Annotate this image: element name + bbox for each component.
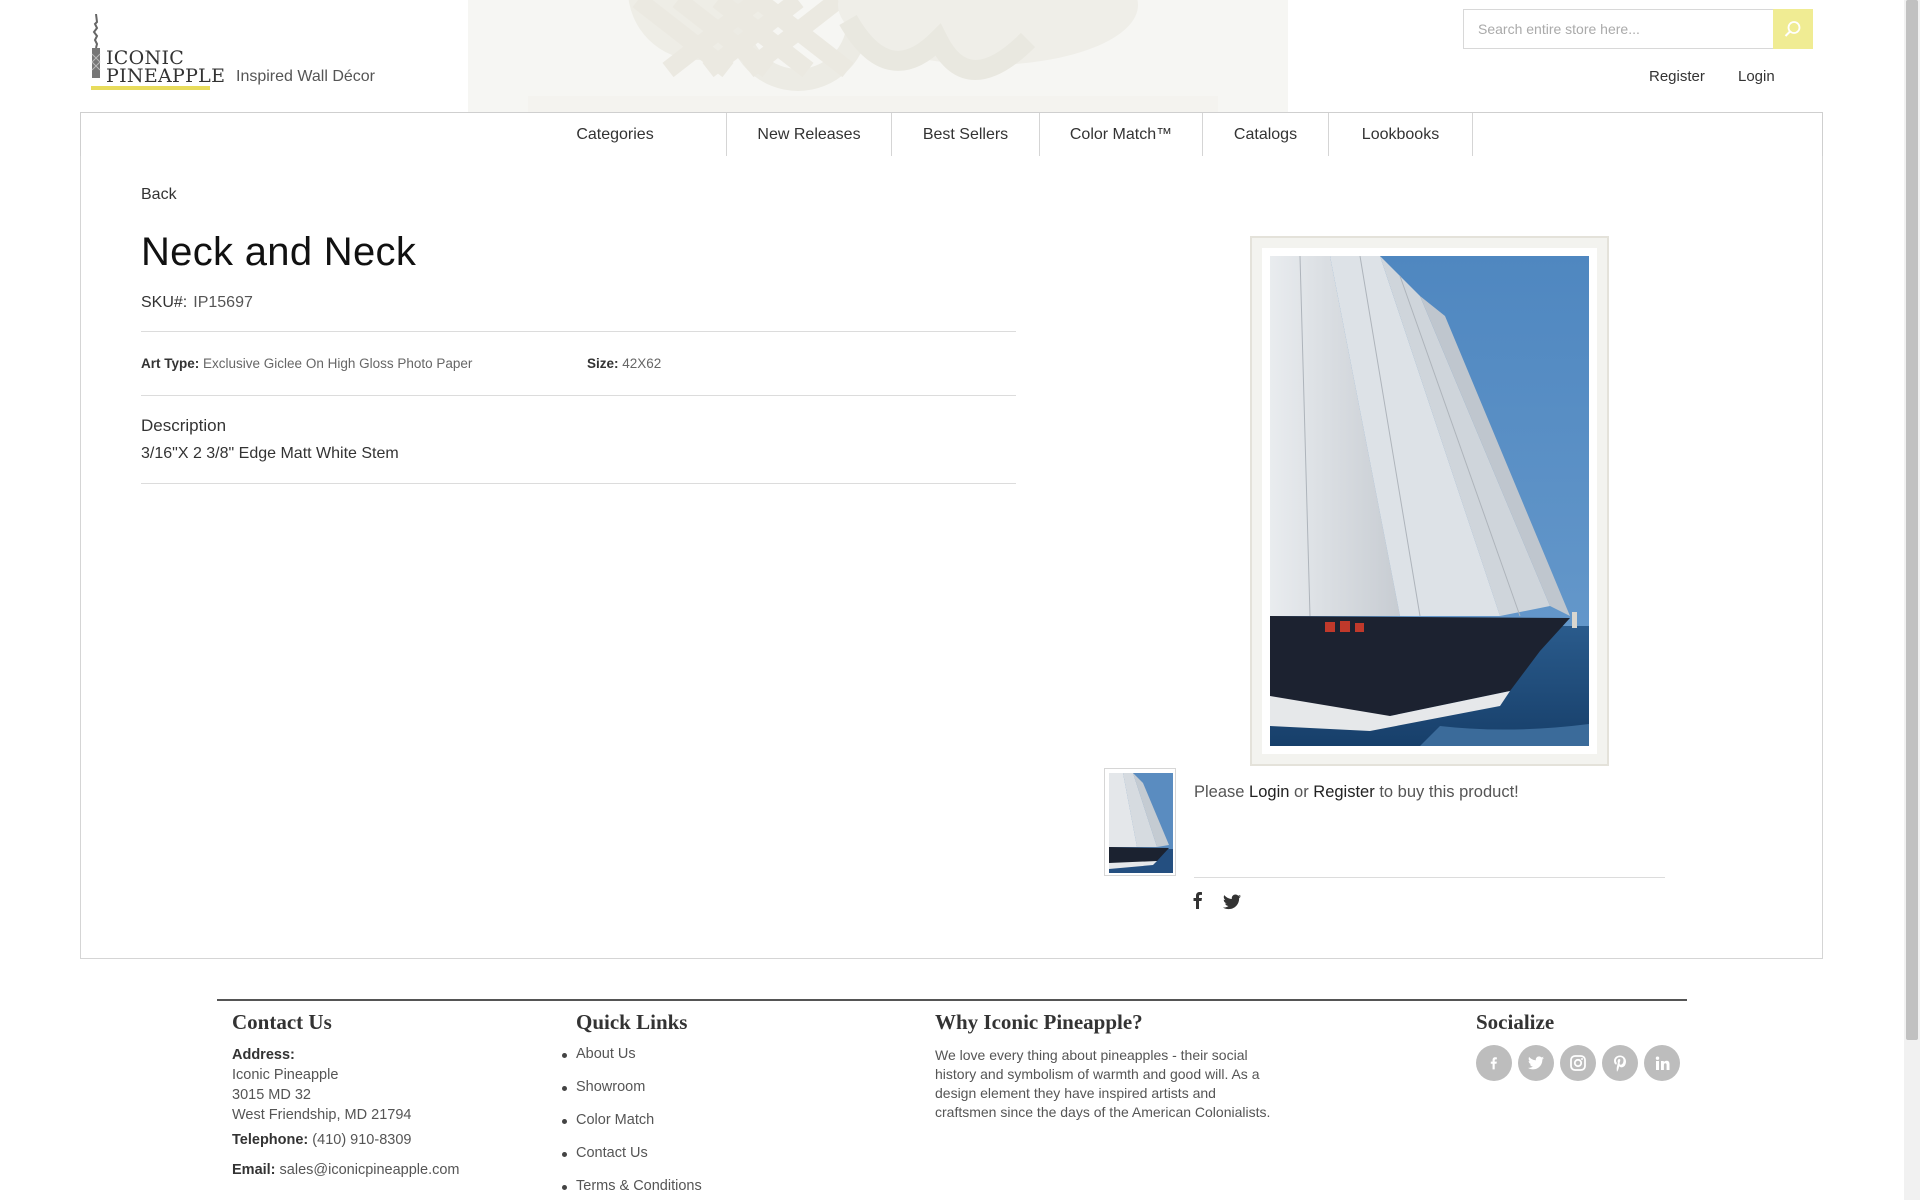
search-icon [1784,21,1801,37]
facebook-icon [1490,1057,1497,1070]
sku-label: SKU#: [141,294,188,311]
footer-divider [217,999,1687,1001]
address-line1: Iconic Pineapple [232,1067,339,1083]
instagram-icon [1570,1055,1586,1071]
linkedin-icon [1655,1056,1669,1070]
address-label-text: Address: [232,1047,295,1063]
social-facebook-button[interactable] [1476,1045,1512,1081]
quick-link-color-match[interactable]: Color Match [561,1112,654,1128]
buy-or: or [1294,783,1309,801]
quick-link-about-us[interactable]: About Us [562,1046,636,1062]
sku-value: IP15697 [193,294,253,311]
search-input[interactable] [1464,10,1772,48]
product-sku: SKU#: IP15697 [141,294,253,312]
scrollbar-thumb[interactable] [1906,0,1918,1040]
social-instagram-button[interactable] [1560,1045,1596,1081]
email-label: Email: [232,1162,276,1178]
pineapple-logo-icon [91,14,101,78]
social-pinterest-button[interactable] [1602,1045,1638,1081]
product-title: Neck and Neck [141,230,417,274]
email: Email: sales@iconicpineapple.com [232,1162,460,1178]
address-line2: 3015 MD 32 [232,1087,311,1103]
nav-item-lookbooks[interactable]: Lookbooks [1329,113,1473,157]
buy-login-link[interactable]: Login [1249,783,1289,801]
buy-suffix: to buy this product! [1379,783,1519,801]
logo-text: ICONIC PINEAPPLE [106,49,226,87]
main-nav: Categories New Releases Best Sellers Col… [80,112,1823,157]
login-link[interactable]: Login [1738,68,1775,85]
site-header: ICONIC PINEAPPLE Inspired Wall Décor Reg… [0,0,1904,112]
site-logo[interactable]: ICONIC PINEAPPLE [88,14,225,92]
art-type: Art Type: Exclusive Giclee On High Gloss… [141,356,472,371]
telephone: Telephone: (410) 910-8309 [232,1132,411,1148]
description-title: Description [141,416,227,435]
tagline: Inspired Wall Décor [236,68,376,85]
page: ICONIC PINEAPPLE Inspired Wall Décor Reg… [0,0,1904,1200]
nav-item-color-match[interactable]: Color Match™ [1040,113,1203,157]
email-value[interactable]: sales@iconicpineapple.com [280,1162,460,1178]
product-image[interactable] [1270,256,1589,746]
product-thumbnail[interactable] [1104,768,1176,876]
footer-quick-links-title: Quick Links [576,1010,688,1034]
size: Size: 42X62 [587,356,661,371]
search-button[interactable] [1773,9,1813,49]
logo-underline [91,86,210,90]
description-text: 3/16"X 2 3/8" Edge Matt White Stem [141,445,399,462]
twitter-icon[interactable] [1223,894,1241,910]
nav-item-categories[interactable]: Categories [504,113,727,157]
twitter-icon [1528,1056,1544,1070]
nav-item-catalogs[interactable]: Catalogs [1203,113,1329,157]
size-label: Size: [587,356,619,371]
pinterest-icon [1614,1055,1626,1072]
divider [141,331,1016,332]
footer-contact-title: Contact Us [232,1010,332,1034]
footer-why-text: We love every thing about pineapples - t… [935,1047,1271,1120]
share-divider [1194,877,1665,878]
telephone-value[interactable]: (410) 910-8309 [312,1132,411,1148]
social-linkedin-button[interactable] [1644,1045,1680,1081]
quick-link-terms[interactable]: Terms & Conditions [562,1178,702,1194]
telephone-label: Telephone: [232,1132,309,1148]
art-type-label: Art Type: [141,356,200,371]
divider [141,395,1016,396]
register-link[interactable]: Register [1649,68,1705,85]
social-twitter-button[interactable] [1518,1045,1554,1081]
art-type-value: Exclusive Giclee On High Gloss Photo Pap… [203,356,473,371]
buy-please: Please [1194,783,1245,801]
address-line3: West Friendship, MD 21794 [232,1107,412,1123]
address-label: Address: [232,1047,295,1063]
divider [141,483,1016,484]
nav-item-new-releases[interactable]: New Releases [727,113,892,157]
footer-socialize-title: Socialize [1476,1010,1555,1034]
search-box [1463,9,1813,49]
footer-why-title: Why Iconic Pineapple? [935,1010,1143,1034]
nav-items: Categories New Releases Best Sellers Col… [504,113,1473,157]
buy-register-link[interactable]: Register [1313,783,1374,801]
header-decoration [468,0,1288,112]
nav-item-best-sellers[interactable]: Best Sellers [892,113,1040,157]
quick-link-showroom[interactable]: Showroom [561,1079,645,1095]
size-value: 42X62 [622,356,662,371]
back-link[interactable]: Back [141,186,177,204]
quick-link-contact-us[interactable]: Contact Us [562,1145,648,1161]
logo-line2: PINEAPPLE [106,65,226,87]
buy-message: Please Login or Register to buy this pro… [1194,783,1519,802]
facebook-icon[interactable] [1191,891,1205,909]
